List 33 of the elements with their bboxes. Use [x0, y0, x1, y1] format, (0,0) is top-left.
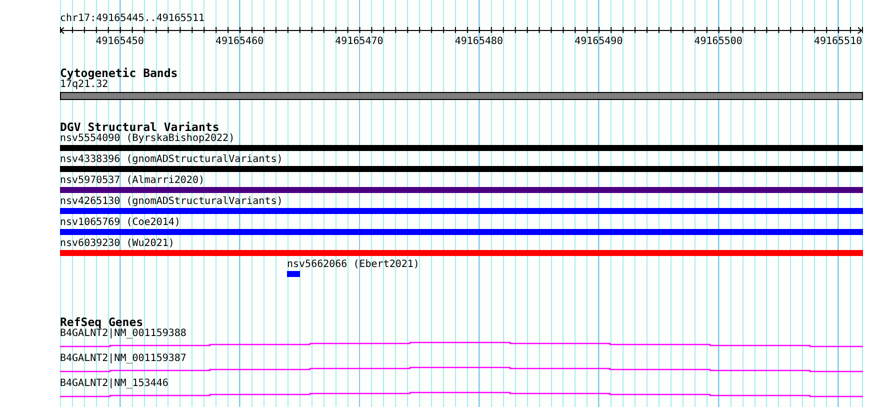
gene-label[interactable]: B4GALNT2|NM_153446 — [60, 378, 168, 390]
cytoband-bar[interactable] — [60, 92, 863, 100]
variant-label[interactable]: nsv5554090 (ByrskaBishop2022) — [60, 133, 235, 145]
variant-bar[interactable] — [60, 187, 863, 193]
ruler-tick-label: 49165490 — [574, 36, 623, 47]
ruler-tick-label: 49165510 — [814, 36, 862, 47]
track-title: RefSeq Genes — [60, 316, 144, 328]
range-label: chr17:49165445..49165511 — [60, 13, 204, 25]
variant-label[interactable]: nsv5970537 (Almarri2020) — [60, 175, 204, 187]
variant-bar[interactable] — [60, 229, 863, 235]
gene-intron-line[interactable] — [60, 366, 863, 372]
variant-bar[interactable] — [60, 145, 863, 151]
gene-intron-line[interactable] — [60, 392, 863, 398]
ruler-tick-label: 49165480 — [454, 36, 504, 47]
gene-label[interactable]: B4GALNT2|NM_001159388 — [60, 328, 186, 340]
variant-bar[interactable] — [287, 271, 300, 277]
ruler-tick-label: 49165450 — [96, 36, 144, 47]
ruler-tick-label: 49165470 — [335, 36, 384, 47]
variant-label[interactable]: nsv4338396 (gnomADStructuralVariants) — [60, 154, 283, 166]
variant-label[interactable]: nsv5662066 (Ebert2021) — [287, 259, 420, 271]
variant-label[interactable]: nsv4265130 (gnomADStructuralVariants) — [60, 196, 283, 208]
variant-bar[interactable] — [60, 166, 863, 172]
variant-bar[interactable] — [60, 208, 863, 214]
variant-bar[interactable] — [60, 250, 863, 256]
track-title: Cytogenetic Bands — [60, 67, 178, 79]
cytoband-label: 17q21.32 — [60, 79, 108, 91]
variant-label[interactable]: nsv6039230 (Wu2021) — [60, 238, 174, 250]
gene-label[interactable]: B4GALNT2|NM_001159387 — [60, 353, 186, 365]
track-title: DGV Structural Variants — [60, 121, 220, 133]
gene-intron-line[interactable] — [60, 342, 863, 348]
ruler-tick-label: 49165500 — [694, 36, 742, 47]
variant-label[interactable]: nsv1065769 (Coe2014) — [60, 217, 180, 229]
ruler-tick-label: 49165460 — [215, 36, 264, 47]
